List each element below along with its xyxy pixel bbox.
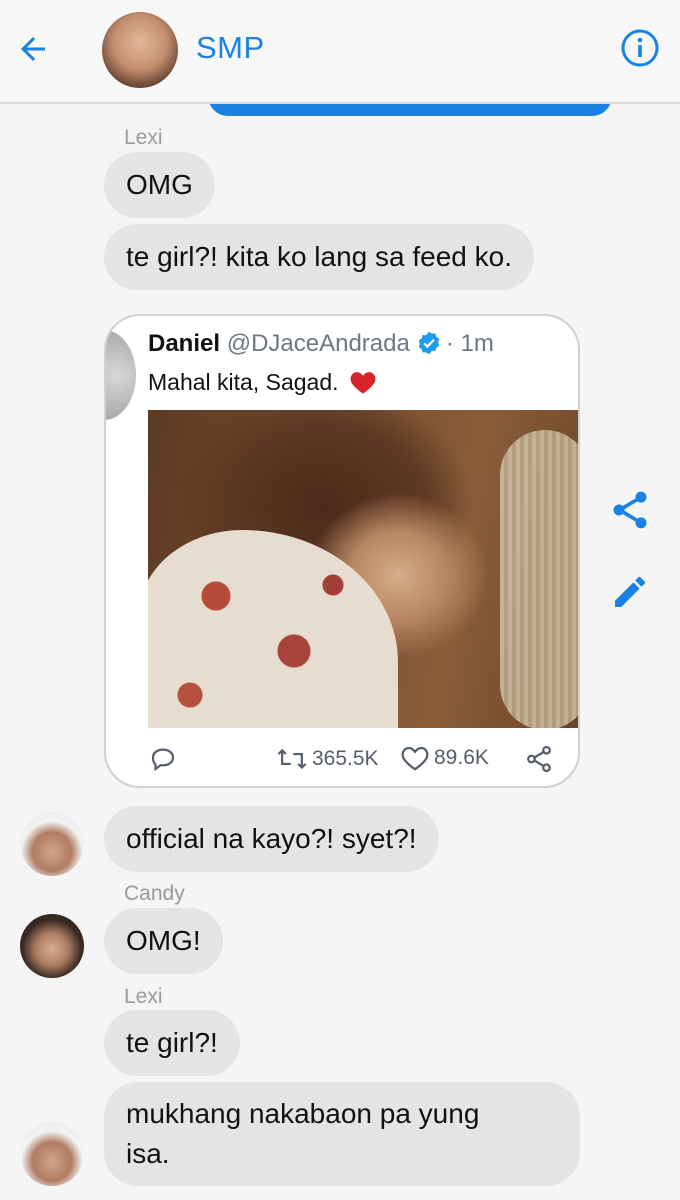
verified-badge-icon: [418, 331, 440, 355]
retweet-button[interactable]: 365.5K: [276, 744, 379, 774]
chat-title[interactable]: SMP: [196, 30, 265, 66]
tweet-action-bar: 365.5K 89.6K: [148, 740, 578, 780]
tweet-author-handle: @DJaceAndrada: [226, 330, 410, 357]
message-bubble[interactable]: te girl?!: [104, 1010, 240, 1076]
sender-name: Lexi: [124, 126, 163, 149]
message-line: mukhang nakabaon pa yung: [126, 1098, 480, 1129]
like-button[interactable]: 89.6K: [400, 744, 489, 772]
message-bubble[interactable]: OMG!: [104, 908, 223, 974]
back-button[interactable]: [10, 26, 56, 72]
chat-header: SMP: [0, 0, 680, 104]
tweet-share-button[interactable]: [524, 744, 554, 774]
share-icon: [613, 491, 647, 529]
retweet-count: 365.5K: [312, 747, 379, 770]
pencil-icon: [615, 576, 646, 607]
message-bubble[interactable]: OMG: [104, 152, 215, 218]
sender-name: Candy: [124, 882, 185, 905]
message-bubble[interactable]: te girl?! kita ko lang sa feed ko.: [104, 224, 534, 290]
tweet-header: Daniel @DJaceAndrada · 1m: [148, 326, 494, 362]
message-line: isa.: [126, 1138, 170, 1169]
sender-avatar[interactable]: [20, 914, 84, 978]
message-bubble[interactable]: mukhang nakabaon pa yung isa.: [104, 1082, 580, 1186]
shared-tweet-card[interactable]: Daniel @DJaceAndrada · 1m Mahal kita, Sa…: [104, 314, 580, 788]
red-heart-icon: [350, 372, 376, 394]
share-nodes-icon: [527, 745, 551, 773]
reply-icon: [151, 748, 175, 772]
arrow-left-icon: [21, 37, 45, 61]
forward-share-button[interactable]: [608, 488, 652, 532]
info-button[interactable]: [620, 28, 660, 68]
edit-button[interactable]: [610, 572, 650, 612]
sender-avatar[interactable]: [20, 1122, 84, 1186]
tweet-timestamp: · 1m: [445, 330, 494, 357]
tweet-body: Mahal kita, Sagad.: [148, 369, 339, 395]
group-avatar[interactable]: [102, 12, 178, 88]
like-count: 89.6K: [434, 746, 489, 769]
tweet-text: Mahal kita, Sagad.: [148, 364, 377, 400]
sender-name: Lexi: [124, 985, 163, 1008]
reply-button[interactable]: [148, 744, 178, 774]
info-icon: [621, 29, 659, 67]
tweet-author-name: Daniel: [148, 330, 221, 357]
photo-rug: [500, 430, 578, 728]
photo-blouse: [148, 530, 398, 728]
message-bubble[interactable]: official na kayo?! syet?!: [104, 806, 439, 872]
retweet-icon: [277, 748, 307, 770]
tweet-author-avatar: [106, 330, 136, 420]
sender-avatar[interactable]: [20, 812, 84, 876]
tweet-photo[interactable]: [148, 410, 578, 728]
heart-outline-icon: [401, 746, 429, 771]
